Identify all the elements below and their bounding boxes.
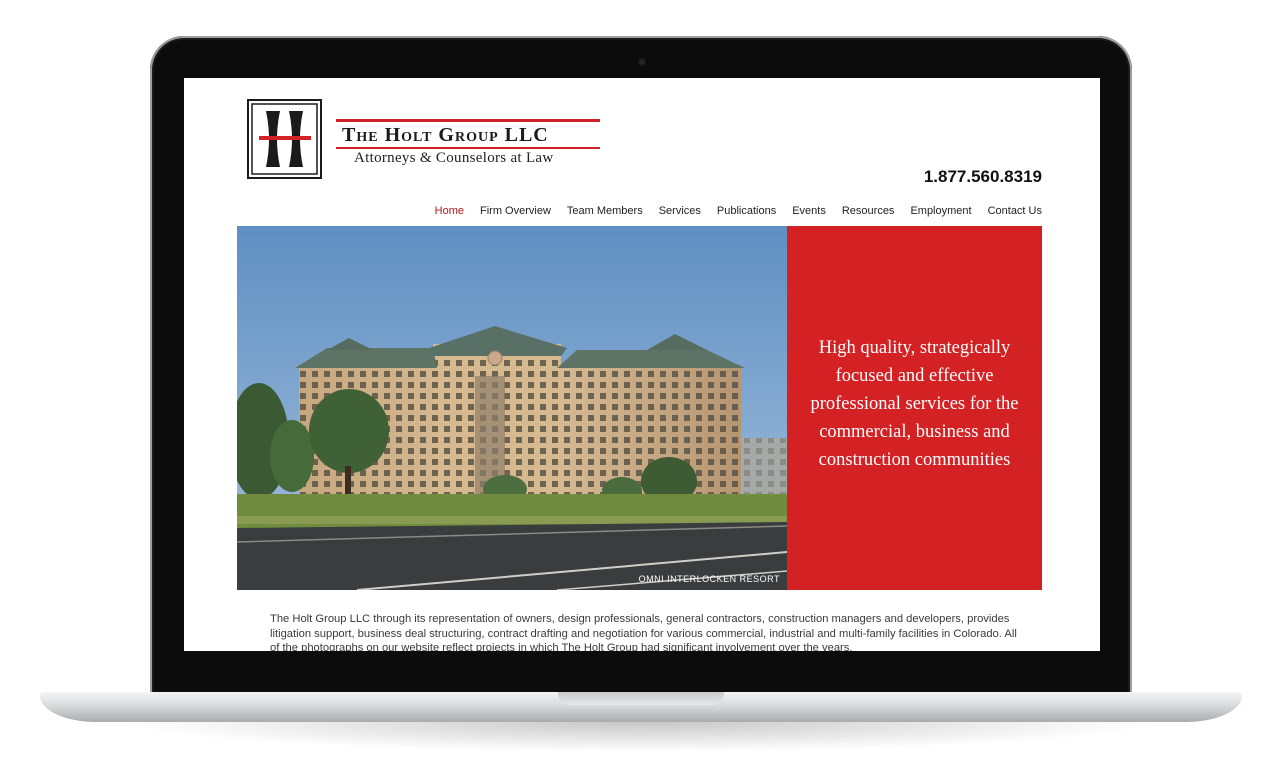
intro-paragraph: The Holt Group LLC through its represent… (270, 613, 1017, 651)
hero-tagline: High quality, strategically focused and … (810, 338, 1019, 470)
laptop-shadow (120, 722, 1160, 752)
nav-item-team-members[interactable]: Team Members (567, 205, 643, 217)
nav-item-home[interactable]: Home (435, 205, 464, 217)
logo-tagline: Attorneys & Counselors at Law (354, 150, 554, 166)
hero-photo: OMNI INTERLOCKEN RESORT (237, 226, 787, 590)
browser-screen: The Holt Group LLC Attorneys & Counselor… (184, 78, 1100, 651)
webcam-icon (638, 58, 646, 66)
main-nav: Home Firm Overview Team Members Services… (435, 205, 1042, 217)
logo-wordmark[interactable]: The Holt Group LLC Attorneys & Counselor… (336, 119, 600, 167)
holt-group-logo-icon[interactable] (247, 99, 322, 179)
nav-item-resources[interactable]: Resources (842, 205, 895, 217)
laptop-base-notch (558, 692, 724, 705)
nav-item-firm-overview[interactable]: Firm Overview (480, 205, 551, 217)
h-monogram-icon (251, 103, 318, 175)
nav-item-services[interactable]: Services (659, 205, 701, 217)
logo-red-rule (336, 119, 600, 122)
logo-name: The Holt Group LLC (342, 124, 549, 146)
nav-item-contact-us[interactable]: Contact Us (988, 205, 1042, 217)
nav-item-employment[interactable]: Employment (910, 205, 971, 217)
hero-caption: OMNI INTERLOCKEN RESORT (638, 574, 780, 584)
resort-building-image (237, 226, 787, 590)
phone-number[interactable]: 1.877.560.8319 (924, 167, 1042, 187)
hero-red-panel: High quality, strategically focused and … (787, 226, 1042, 590)
nav-item-events[interactable]: Events (792, 205, 826, 217)
nav-item-publications[interactable]: Publications (717, 205, 776, 217)
hero-banner: OMNI INTERLOCKEN RESORT High quality, st… (237, 226, 1042, 590)
